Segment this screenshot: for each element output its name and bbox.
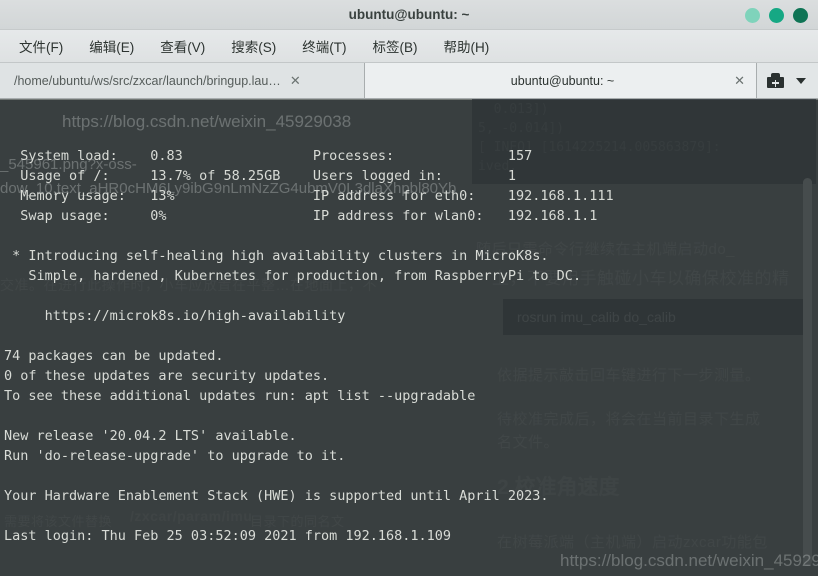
terminal-line-7 (4, 286, 814, 306)
terminal-body[interactable]: System load: 0.83 Processes: 157 Usage o… (0, 100, 818, 576)
tab-bringup-label: /home/ubuntu/ws/src/zxcar/launch/bringup… (14, 73, 281, 88)
terminal-scrollback: System load: 0.83 Processes: 157 Usage o… (4, 146, 814, 546)
terminal-line-13 (4, 406, 814, 426)
tabbar-tools (757, 63, 818, 98)
terminal-line-2: Memory usage: 13% IP address for eth0: 1… (4, 188, 614, 204)
terminal-line-18 (4, 506, 814, 526)
tab-bringup[interactable]: /home/ubuntu/ws/src/zxcar/launch/bringup… (0, 63, 365, 98)
menu-item-terminal[interactable]: 终端(T) (293, 33, 355, 59)
terminal-line-1: Usage of /: 13.7% of 58.25GB Users logge… (4, 168, 517, 184)
terminal-window: ubuntu@ubuntu: ~ 文件(F) 编辑(E) 查看(V) 搜索(S)… (0, 0, 818, 576)
terminal-line-8: https://microk8s.io/high-availability (4, 308, 346, 324)
menu-item-search[interactable]: 搜索(S) (222, 33, 285, 59)
terminal-line-4 (4, 226, 814, 246)
menu-item-edit[interactable]: 编辑(E) (80, 33, 143, 59)
menu-item-file[interactable]: 文件(F) (10, 33, 72, 59)
menu-item-help[interactable]: 帮助(H) (435, 33, 499, 59)
terminal-line-9 (4, 326, 814, 346)
terminal-line-12: To see these additional updates run: apt… (4, 388, 476, 404)
menu-item-view[interactable]: 查看(V) (151, 33, 214, 59)
tab-shell-close-icon[interactable]: ✕ (731, 72, 748, 89)
terminal-line-6: Simple, hardened, Kubernetes for product… (4, 268, 582, 284)
minimize-button[interactable] (745, 7, 760, 23)
terminal-line-3: Swap usage: 0% IP address for wlan0: 192… (4, 208, 598, 224)
terminal-line-5: * Introducing self-healing high availabi… (4, 248, 549, 264)
window-title: ubuntu@ubuntu: ~ (348, 7, 470, 22)
terminal-line-14: New release '20.04.2 LTS' available. (4, 428, 297, 444)
terminal-line-15: Run 'do-release-upgrade' to upgrade to i… (4, 448, 346, 464)
window-controls (745, 0, 808, 30)
terminal-line-16 (4, 466, 814, 486)
tabbar: /home/ubuntu/ws/src/zxcar/launch/bringup… (0, 63, 818, 99)
tab-shell[interactable]: ubuntu@ubuntu: ~ ✕ (365, 63, 757, 98)
menubar: 文件(F) 编辑(E) 查看(V) 搜索(S) 终端(T) 标签(B) 帮助(H… (0, 30, 818, 63)
close-button[interactable] (793, 7, 808, 23)
menu-item-tabs[interactable]: 标签(B) (364, 33, 427, 59)
maximize-button[interactable] (769, 7, 784, 23)
terminal-line-19: Last login: Thu Feb 25 03:52:09 2021 fro… (4, 528, 452, 544)
tab-bringup-close-icon[interactable]: ✕ (287, 72, 304, 89)
screen: 随后只需命令行继续在主机端启动do_上，不要用手触碰小车以确保校准的精依据提示敲… (0, 0, 818, 576)
terminal-line-10: 74 packages can be updated. (4, 348, 224, 364)
terminal-line-17: Your Hardware Enablement Stack (HWE) is … (4, 488, 549, 504)
tab-shell-label: ubuntu@ubuntu: ~ (510, 73, 615, 88)
chevron-down-icon[interactable] (796, 77, 806, 84)
window-titlebar[interactable]: ubuntu@ubuntu: ~ (0, 0, 818, 30)
new-tab-icon[interactable] (767, 73, 784, 88)
terminal-line-0: System load: 0.83 Processes: 157 (4, 148, 533, 164)
terminal-line-11: 0 of these updates are security updates. (4, 368, 330, 384)
